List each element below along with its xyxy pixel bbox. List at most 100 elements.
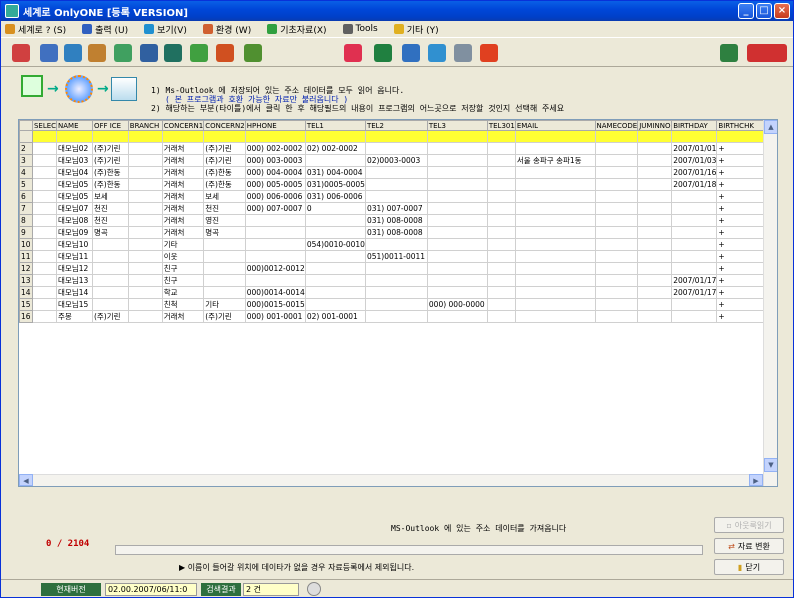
column-header[interactable]: BIRTHDAY [671,120,718,131]
table-cell[interactable] [671,130,718,143]
table-cell[interactable] [127,178,163,191]
table-cell[interactable] [594,298,639,311]
scroll-up-button[interactable]: ▲ [764,120,777,134]
menu-item-1[interactable]: 출력 (U) [78,23,128,36]
table-cell[interactable] [426,238,488,251]
table-cell[interactable] [486,178,516,191]
scroll-left-button[interactable]: ◀ [19,474,33,486]
table-cell[interactable] [594,310,639,323]
table-cell[interactable] [304,262,366,275]
table-cell[interactable] [637,166,673,179]
table-cell[interactable] [31,202,58,215]
table-cell[interactable]: 02) 001-0001 [304,310,366,323]
table-cell[interactable]: 주몽 [56,310,93,323]
table-cell[interactable] [637,202,673,215]
table-row[interactable]: 9 대모님09 명곡 거래처 명곡 031) 008-0008 + [19,226,777,239]
dial-icon[interactable] [307,582,321,596]
table-cell[interactable] [514,310,596,323]
table-cell[interactable] [31,238,58,251]
table-cell[interactable]: 천진 [203,202,246,215]
table-cell[interactable]: 대모님04 [56,166,93,179]
table-cell[interactable] [304,250,366,263]
table-cell[interactable]: 학교 [161,286,205,299]
table-row[interactable]: 4 대모님04 (주)한동 거래처 (주)한동 000) 004-0004 031) 004… [19,166,777,179]
column-header[interactable]: EMAIL [514,120,596,131]
table-cell[interactable]: 대모님12 [56,262,93,275]
table-cell[interactable]: 000)0015-0015 [244,298,306,311]
table-cell[interactable]: 대모님05 [56,178,93,191]
table-cell[interactable] [161,130,205,143]
table-cell[interactable] [127,202,163,215]
table-cell[interactable]: 친척 [161,298,205,311]
table-cell[interactable] [364,298,428,311]
table-cell[interactable] [127,286,163,299]
table-cell[interactable] [364,190,428,203]
table-cell[interactable] [486,262,516,275]
table-cell[interactable]: 031) 004-0004 [304,166,366,179]
close-window-button[interactable]: × [774,3,790,19]
person-card-button[interactable] [85,41,109,65]
table-cell[interactable] [31,190,58,203]
table-cell[interactable]: 000) 003-0003 [244,154,306,167]
table-cell[interactable] [127,226,163,239]
table-cell[interactable] [671,226,718,239]
table-cell[interactable]: 000) 007-0007 [244,202,306,215]
table-cell[interactable]: 2007/01/17 [671,274,718,287]
column-header[interactable]: SELEC [31,120,58,131]
table-cell[interactable]: 대모님15 [56,298,93,311]
table-cell[interactable] [594,202,639,215]
maximize-button[interactable]: □ [756,3,772,19]
table-cell[interactable] [364,142,428,155]
table-cell[interactable] [594,250,639,263]
table-cell[interactable] [486,286,516,299]
search-doc-button[interactable] [425,41,449,65]
table-cell[interactable] [486,226,516,239]
table-cell[interactable] [637,190,673,203]
table-cell[interactable] [514,190,596,203]
column-header[interactable]: CONCERN2 [203,120,246,131]
table-cell[interactable] [486,238,516,251]
table-cell[interactable] [514,238,596,251]
table-cell[interactable] [594,286,639,299]
column-header[interactable]: NAMECODE [594,120,639,131]
table-cell[interactable] [671,238,718,251]
table-cell[interactable] [304,130,366,143]
calendar-button[interactable] [61,41,85,65]
table-row[interactable]: 16 주몽 (주)기린 거래처 (주)기린 000) 001-0001 02) 001-00… [19,310,777,323]
table-cell[interactable] [637,250,673,263]
table-cell[interactable] [594,214,639,227]
table-cell[interactable] [91,250,129,263]
table-cell[interactable] [203,286,246,299]
table-cell[interactable] [594,226,639,239]
monitor-button[interactable] [137,41,161,65]
table-cell[interactable] [426,226,488,239]
table-cell[interactable] [637,214,673,227]
table-cell[interactable]: 영진 [203,214,246,227]
table-cell[interactable]: 친구 [161,274,205,287]
table-cell[interactable]: 대모님02 [56,142,93,155]
table-cell[interactable]: 02) 002-0002 [304,142,366,155]
logo-button[interactable] [745,41,789,65]
table-cell[interactable] [31,166,58,179]
table-cell[interactable] [127,298,163,311]
table-cell[interactable] [426,214,488,227]
table-cell[interactable]: 2007/01/17 [671,286,718,299]
table-row[interactable]: 12 대모님12 친구 000)0012-0012 + [19,262,777,275]
table-cell[interactable] [486,298,516,311]
table-cell[interactable] [486,310,516,323]
table-row[interactable]: 5 대모님05 (주)한동 거래처 (주)한동 000) 005-0005 031)0005… [19,178,777,191]
table-cell[interactable] [31,286,58,299]
table-cell[interactable] [127,262,163,275]
table-cell[interactable] [486,202,516,215]
table-cell[interactable] [671,250,718,263]
table-cell[interactable] [637,310,673,323]
table-cell[interactable] [31,130,58,143]
table-cell[interactable] [486,154,516,167]
horizontal-scrollbar[interactable]: ◀ ▶ [19,474,763,486]
table-cell[interactable] [364,238,428,251]
table-cell[interactable]: (주)한동 [91,166,129,179]
table-cell[interactable]: 거래처 [161,190,205,203]
table-cell[interactable]: 대모님03 [56,154,93,167]
table-cell[interactable] [637,142,673,155]
table-cell[interactable]: 대모님08 [56,214,93,227]
